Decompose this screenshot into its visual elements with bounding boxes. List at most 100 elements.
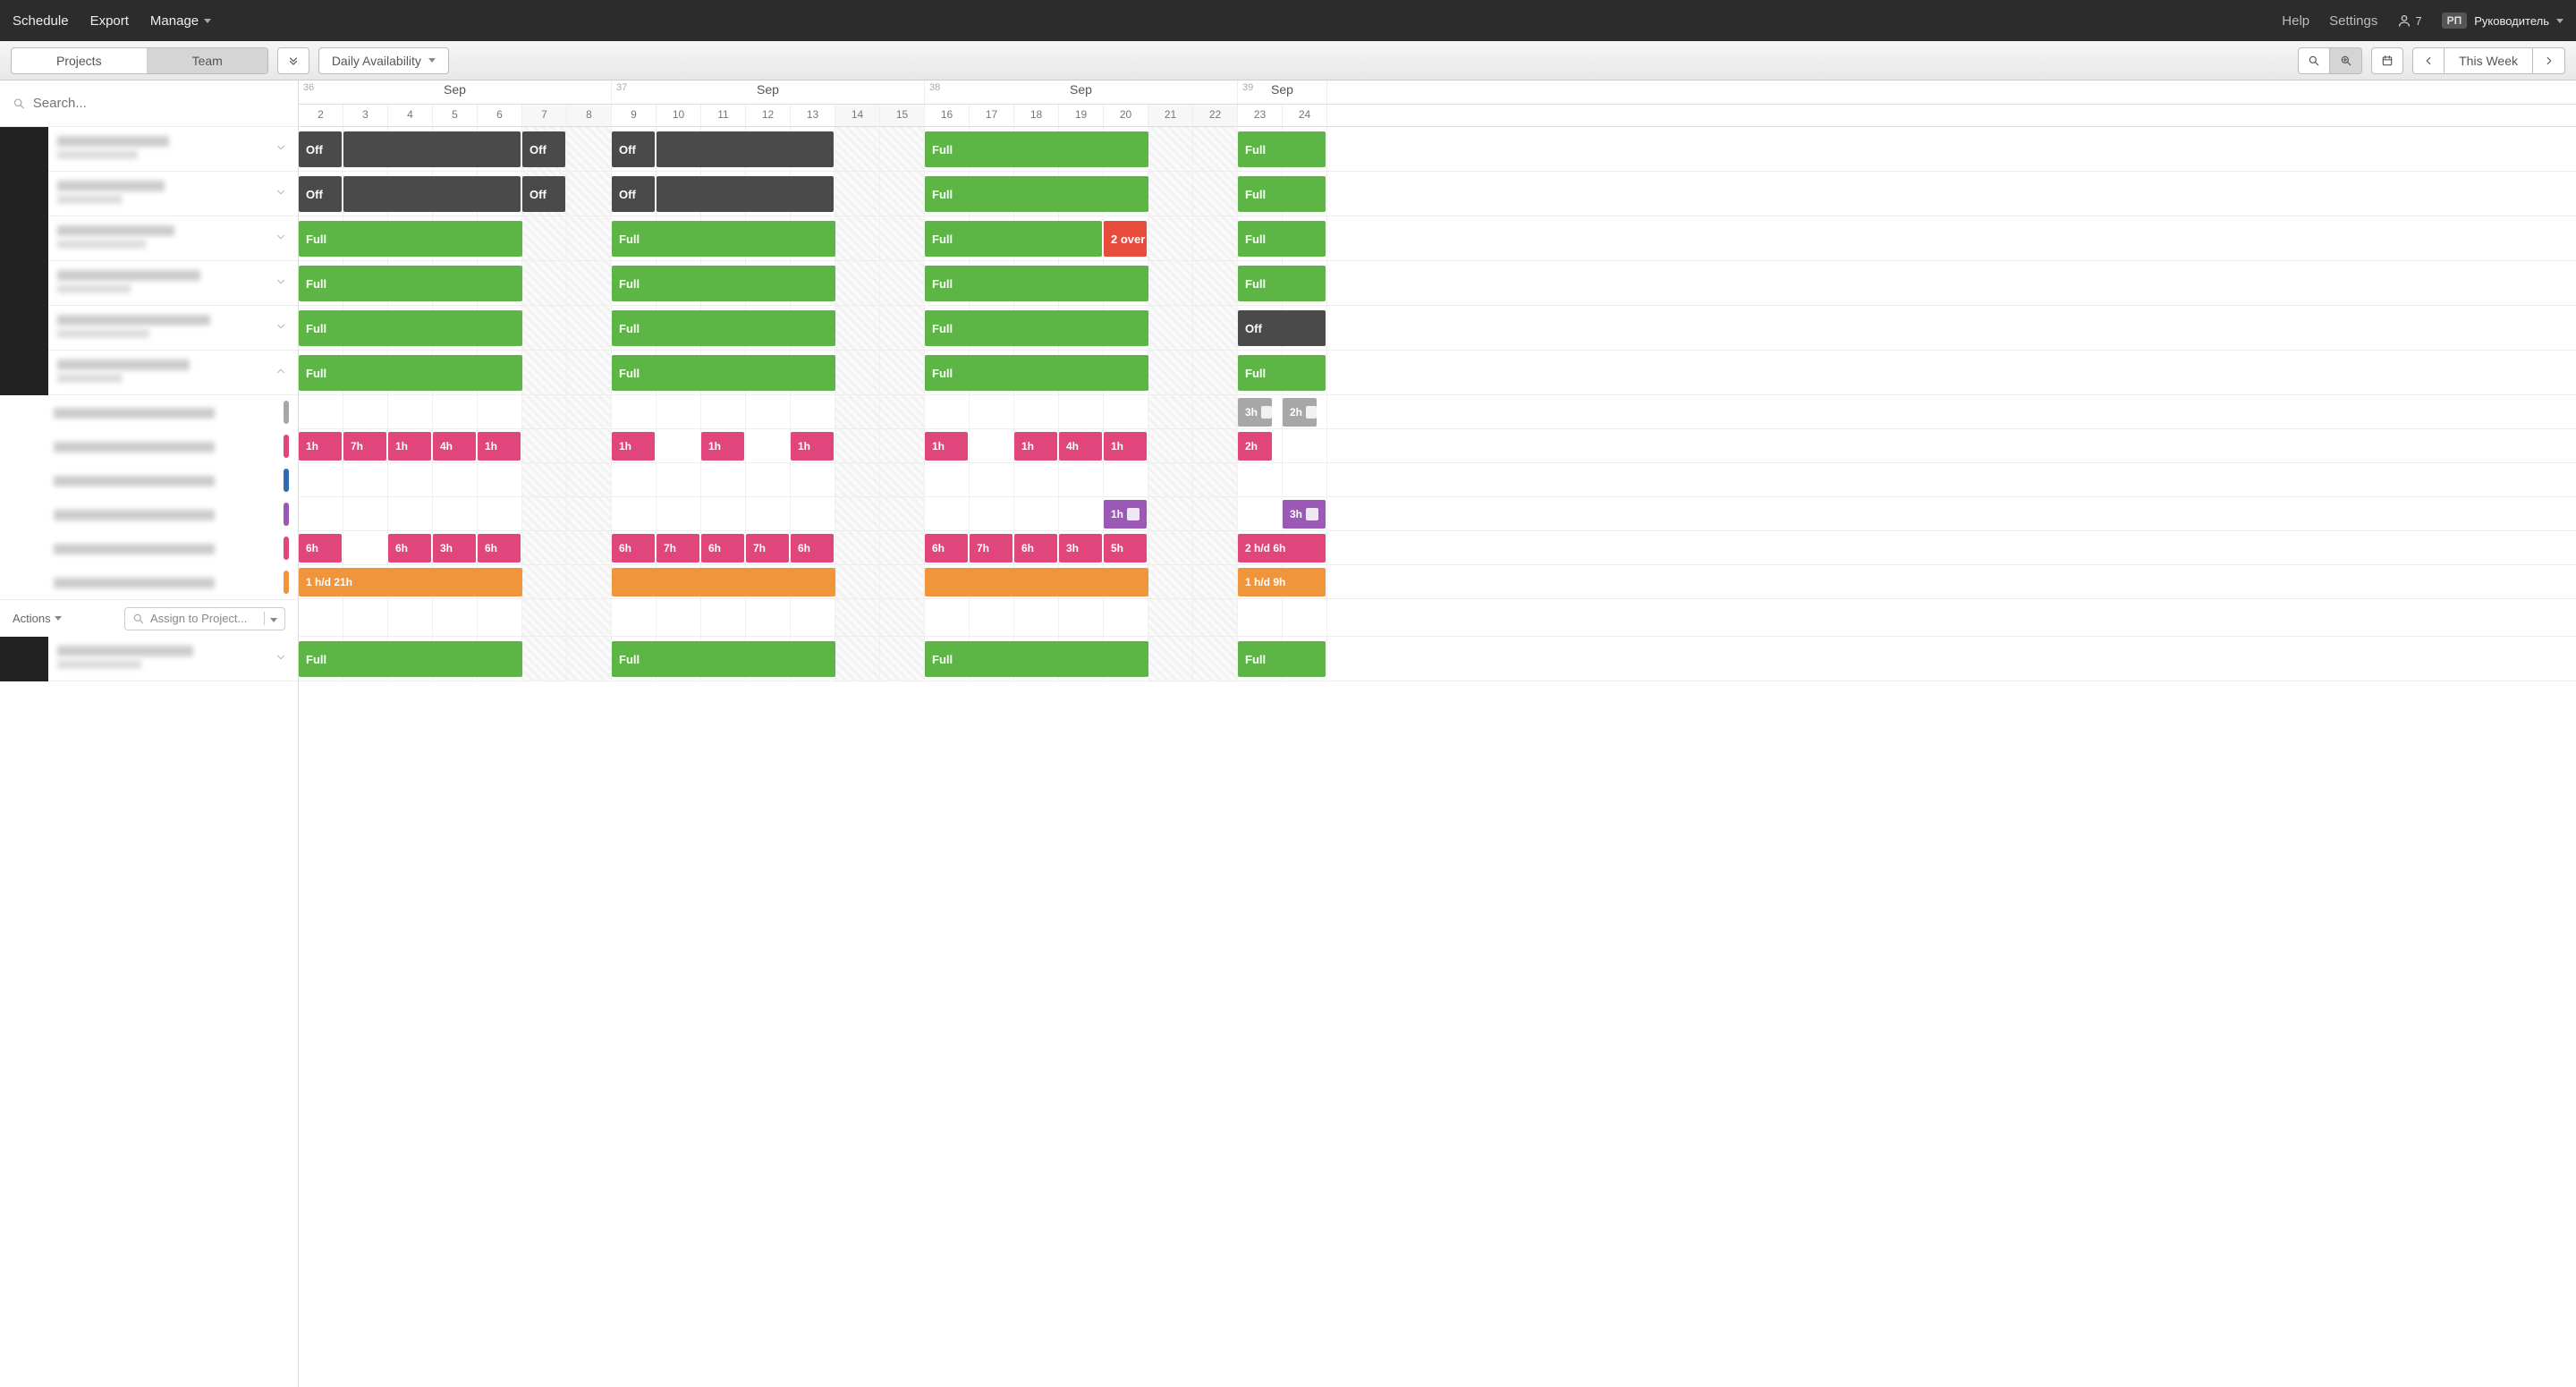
this-week-button[interactable]: This Week xyxy=(2445,47,2533,74)
schedule-bar[interactable]: Full xyxy=(925,310,1148,346)
schedule-bar[interactable]: 7h xyxy=(343,432,386,461)
expand-button[interactable] xyxy=(271,141,291,156)
schedule-bar[interactable]: 6h xyxy=(925,534,968,562)
subtask-row[interactable] xyxy=(0,497,298,531)
schedule-bar[interactable]: Off xyxy=(522,176,565,212)
schedule-bar[interactable]: 1h xyxy=(478,432,521,461)
collapse-button[interactable] xyxy=(271,365,291,380)
schedule-bar[interactable]: 1h xyxy=(388,432,431,461)
schedule-bar[interactable]: 7h xyxy=(746,534,789,562)
schedule-bar[interactable]: Full xyxy=(1238,221,1326,257)
assign-project-select[interactable]: Assign to Project... xyxy=(124,607,285,630)
person-row[interactable] xyxy=(0,351,298,395)
schedule-bar[interactable]: Full xyxy=(612,310,835,346)
zoom-in-button[interactable] xyxy=(2330,47,2362,74)
schedule-bar[interactable]: Off xyxy=(612,131,655,167)
schedule-bar[interactable]: Full xyxy=(925,131,1148,167)
schedule-bar[interactable]: Full xyxy=(1238,176,1326,212)
expand-button[interactable] xyxy=(271,186,291,201)
schedule-bar[interactable]: 6h xyxy=(612,534,655,562)
nav-export[interactable]: Export xyxy=(90,13,129,29)
nav-schedule[interactable]: Schedule xyxy=(13,13,69,29)
schedule-bar[interactable]: Full xyxy=(1238,641,1326,677)
person-row[interactable] xyxy=(0,306,298,351)
schedule-bar[interactable]: Full xyxy=(299,641,522,677)
schedule-bar[interactable]: Full xyxy=(299,266,522,301)
schedule-bar[interactable]: 2h xyxy=(1283,398,1317,427)
schedule-bar[interactable]: 1h xyxy=(299,432,342,461)
schedule-bar[interactable] xyxy=(925,568,1148,596)
schedule-bar[interactable]: Full xyxy=(925,176,1148,212)
schedule-bar[interactable]: Off xyxy=(612,176,655,212)
schedule-bar[interactable]: Full xyxy=(299,355,522,391)
schedule-bar[interactable]: 1h xyxy=(1014,432,1057,461)
calendar-button[interactable] xyxy=(2371,47,2403,74)
schedule-bar[interactable]: 6h xyxy=(791,534,834,562)
schedule-bar[interactable]: Full xyxy=(1238,355,1326,391)
schedule-bar[interactable]: 1h xyxy=(925,432,968,461)
schedule-bar[interactable] xyxy=(657,131,834,167)
schedule-bar[interactable]: 1 h/d 9h xyxy=(1238,568,1326,596)
nav-manage[interactable]: Manage xyxy=(150,13,211,29)
schedule-bar[interactable]: 1h xyxy=(701,432,744,461)
schedule-bar[interactable]: 5h xyxy=(1104,534,1147,562)
schedule-bar[interactable]: 2 over xyxy=(1104,221,1147,257)
search-input[interactable] xyxy=(33,96,285,111)
schedule-bar[interactable]: 2 h/d 6h xyxy=(1238,534,1326,562)
schedule-bar[interactable]: Full xyxy=(925,266,1148,301)
schedule-bar[interactable]: 6h xyxy=(388,534,431,562)
expand-button[interactable] xyxy=(271,320,291,335)
schedule-bar[interactable]: 6h xyxy=(299,534,342,562)
schedule-bar[interactable]: Full xyxy=(1238,131,1326,167)
schedule-bar[interactable]: Off xyxy=(299,131,342,167)
schedule-bar[interactable]: 4h xyxy=(1059,432,1102,461)
schedule-bar[interactable]: 1h xyxy=(791,432,834,461)
schedule-bar[interactable]: Full xyxy=(612,641,835,677)
schedule-bar[interactable]: 6h xyxy=(701,534,744,562)
schedule-bar[interactable] xyxy=(343,131,521,167)
schedule-bar[interactable]: 3h xyxy=(1283,500,1326,529)
person-row[interactable] xyxy=(0,637,298,681)
schedule-bar[interactable]: 1h xyxy=(1104,500,1147,529)
schedule-bar[interactable]: 2h xyxy=(1238,432,1272,461)
nav-settings[interactable]: Settings xyxy=(2329,13,2377,29)
schedule-bar[interactable]: Full xyxy=(1238,266,1326,301)
schedule-bar[interactable]: 1h xyxy=(612,432,655,461)
schedule-bar[interactable]: 3h xyxy=(433,534,476,562)
prev-week-button[interactable] xyxy=(2412,47,2445,74)
schedule-bar[interactable]: Off xyxy=(522,131,565,167)
schedule-bar[interactable]: 7h xyxy=(970,534,1013,562)
availability-dropdown[interactable]: Daily Availability xyxy=(318,47,449,74)
schedule-bar[interactable]: 6h xyxy=(478,534,521,562)
schedule-bar[interactable]: 3h xyxy=(1238,398,1272,427)
schedule-bar[interactable]: 1h xyxy=(1104,432,1147,461)
schedule-bar[interactable]: Full xyxy=(612,221,835,257)
schedule-bar[interactable]: Full xyxy=(612,355,835,391)
schedule-bar[interactable]: Off xyxy=(1238,310,1326,346)
schedule-bar[interactable]: Off xyxy=(299,176,342,212)
schedule-bar[interactable]: Full xyxy=(299,221,522,257)
schedule-bar[interactable]: 3h xyxy=(1059,534,1102,562)
subtask-row[interactable] xyxy=(0,531,298,565)
tab-projects[interactable]: Projects xyxy=(12,48,148,73)
schedule-bar[interactable] xyxy=(657,176,834,212)
schedule-bar[interactable] xyxy=(343,176,521,212)
subtask-row[interactable] xyxy=(0,395,298,429)
expand-button[interactable] xyxy=(271,231,291,246)
subtask-row[interactable] xyxy=(0,429,298,463)
subtask-row[interactable] xyxy=(0,565,298,599)
expand-button[interactable] xyxy=(271,651,291,666)
user-menu[interactable]: РП Руководитель xyxy=(2442,13,2563,29)
actions-dropdown[interactable]: Actions xyxy=(13,612,62,625)
schedule-bar[interactable] xyxy=(612,568,835,596)
subtask-row[interactable] xyxy=(0,463,298,497)
user-count[interactable]: 7 xyxy=(2397,13,2421,28)
person-row[interactable] xyxy=(0,172,298,216)
schedule-bar[interactable]: Full xyxy=(612,266,835,301)
expand-button[interactable] xyxy=(271,275,291,291)
tab-team[interactable]: Team xyxy=(148,48,267,73)
next-week-button[interactable] xyxy=(2533,47,2565,74)
person-row[interactable] xyxy=(0,261,298,306)
person-row[interactable] xyxy=(0,216,298,261)
schedule-bar[interactable]: 4h xyxy=(433,432,476,461)
